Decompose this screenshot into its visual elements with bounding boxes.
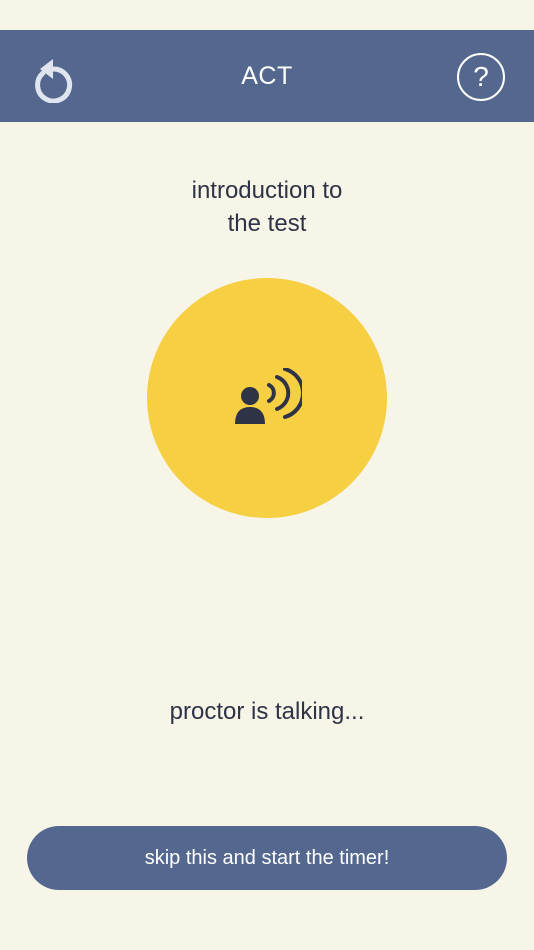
help-button[interactable]: ? [457, 53, 505, 101]
help-icon: ? [473, 61, 489, 92]
refresh-back-icon [35, 59, 73, 103]
person-speaking-icon [235, 368, 302, 424]
section-title-line-2: the test [227, 210, 307, 237]
app-header: ACT ? [0, 30, 534, 122]
back-button[interactable] [26, 52, 80, 106]
proctor-status-text: proctor is talking... [169, 698, 365, 725]
proctor-indicator [147, 278, 387, 518]
status-bar-area [0, 0, 534, 30]
section-title: introduction to the test [0, 174, 534, 240]
header-title: ACT [241, 62, 293, 90]
skip-start-timer-button[interactable]: skip this and start the timer! [27, 826, 507, 890]
section-title-line-1: introduction to [191, 177, 343, 204]
